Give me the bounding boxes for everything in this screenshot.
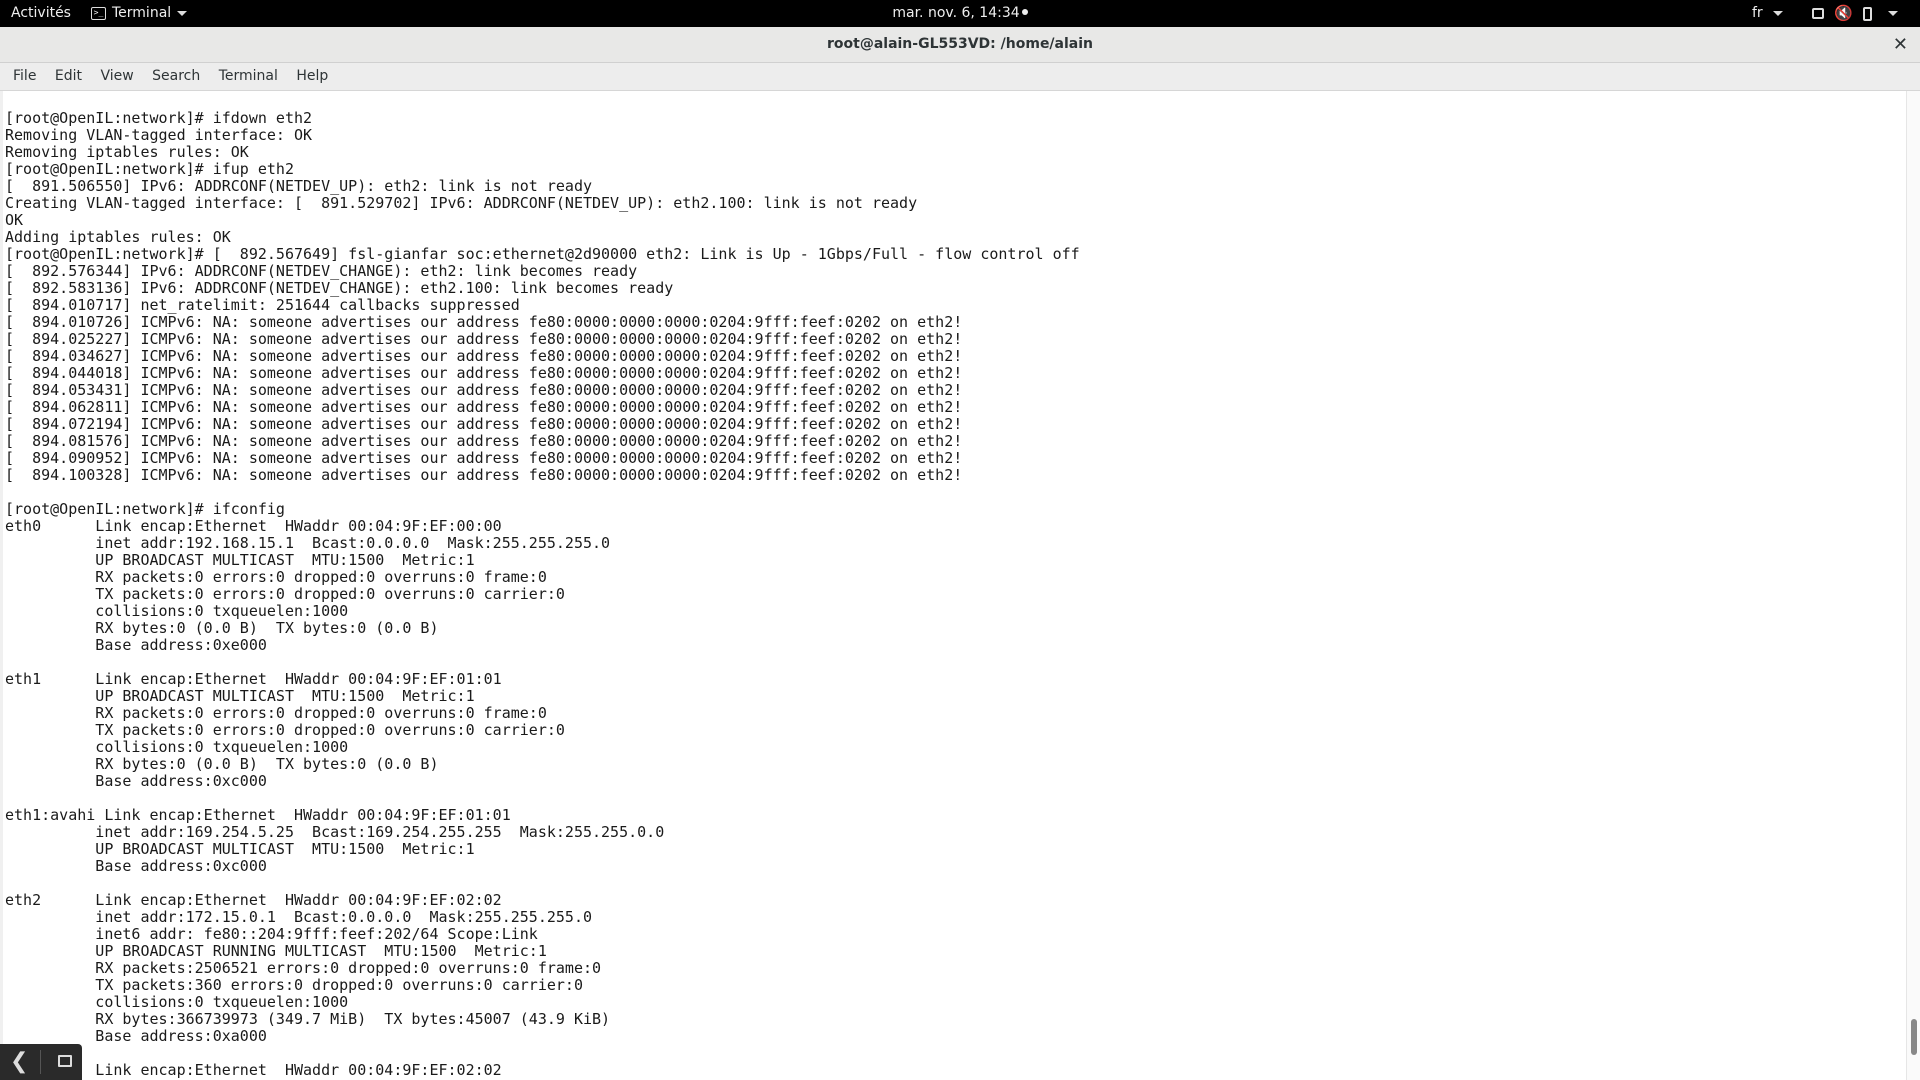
menu-view[interactable]: View <box>93 63 140 90</box>
terminal-line: [ 894.100328] ICMPv6: NA: someone advert… <box>5 466 963 484</box>
terminal-line: UP BROADCAST MULTICAST MTU:1500 Metric:1 <box>5 687 475 705</box>
terminal-line: RX bytes:366739973 (349.7 MiB) TX bytes:… <box>5 1010 611 1028</box>
terminal-line: Creating VLAN-tagged interface: [ 891.52… <box>5 194 918 212</box>
terminal-output[interactable]: [root@OpenIL:network]# ifdown eth2 Removi… <box>5 91 1905 1080</box>
terminal-line: [ 894.034627] ICMPv6: NA: someone advert… <box>5 347 963 365</box>
terminal-line: RX packets:0 errors:0 dropped:0 overruns… <box>5 704 547 722</box>
clock-button[interactable]: mar. nov. 6, 14:34 <box>892 5 1028 21</box>
clock: mar. nov. 6, 14:34 <box>0 0 1920 27</box>
terminal-line: [ 894.062811] ICMPv6: NA: someone advert… <box>5 398 963 416</box>
terminal-line: eth2 Link encap:Ethernet HWaddr 00:04:9F… <box>5 891 502 909</box>
terminal-line: Base address:0xc000 <box>5 772 267 790</box>
terminal-line: eth0 Link encap:Ethernet HWaddr 00:04:9F… <box>5 517 502 535</box>
power-menu-icon <box>1887 11 1898 16</box>
terminal-line: inet addr:169.254.5.25 Bcast:169.254.255… <box>5 823 665 841</box>
window-left-border <box>0 91 3 1080</box>
terminal-line: Removing iptables rules: OK <box>5 143 249 161</box>
terminal-line: RX packets:0 errors:0 dropped:0 overruns… <box>5 568 547 586</box>
dock-divider <box>40 1050 41 1074</box>
back-arrow-icon[interactable]: ❮ <box>10 1050 28 1074</box>
terminal-scrollbar[interactable] <box>1906 91 1920 1080</box>
menu-help[interactable]: Help <box>289 63 335 90</box>
terminal-line: [root@OpenIL:network]# ifconfig <box>5 500 285 518</box>
input-language-button[interactable]: fr <box>1752 0 1784 27</box>
terminal-line: [root@OpenIL:network]# [ 892.567649] fsl… <box>5 245 1080 263</box>
terminal-line: UP BROADCAST MULTICAST MTU:1500 Metric:1 <box>5 551 475 569</box>
terminal-line: [ 894.090952] ICMPv6: NA: someone advert… <box>5 449 963 467</box>
terminal-line: Link encap:Ethernet HWaddr 00:04:9F:EF:0… <box>5 1061 502 1079</box>
terminal-line: UP BROADCAST MULTICAST MTU:1500 Metric:1 <box>5 840 475 858</box>
menubar: File Edit View Search Terminal Help <box>0 63 1920 91</box>
terminal-line: collisions:0 txqueuelen:1000 <box>5 602 349 620</box>
terminal-line: [ 894.072194] ICMPv6: NA: someone advert… <box>5 415 963 433</box>
system-menu-button[interactable]: 🔇 <box>1812 0 1898 27</box>
window-icon <box>1812 8 1824 19</box>
terminal-app-icon: >_ <box>91 7 106 20</box>
terminal-line: inet addr:172.15.0.1 Bcast:0.0.0.0 Mask:… <box>5 908 592 926</box>
gnome-top-bar: Activités >_ Terminal mar. nov. 6, 14:34… <box>0 0 1920 27</box>
terminal-line: [ 894.081576] ICMPv6: NA: someone advert… <box>5 432 963 450</box>
terminal-line: RX bytes:0 (0.0 B) TX bytes:0 (0.0 B) <box>5 755 439 773</box>
terminal-line: eth1:avahi Link encap:Ethernet HWaddr 00… <box>5 806 511 824</box>
terminal-line: TX packets:0 errors:0 dropped:0 overruns… <box>5 585 565 603</box>
terminal-line: RX bytes:0 (0.0 B) TX bytes:0 (0.0 B) <box>5 619 439 637</box>
chevron-down-icon <box>1773 10 1784 16</box>
menu-edit[interactable]: Edit <box>48 63 89 90</box>
window-title: root@alain-GL553VD: /home/alain <box>826 36 1094 52</box>
speaker-muted-icon: 🔇 <box>1834 4 1853 22</box>
terminal-line: [ 894.053431] ICMPv6: NA: someone advert… <box>5 381 963 399</box>
notification-dot-icon <box>1021 9 1028 15</box>
terminal-line: collisions:0 txqueuelen:1000 <box>5 993 349 1011</box>
terminal-line: Base address:0xa000 <box>5 1027 267 1045</box>
terminal-line: TX packets:0 errors:0 dropped:0 overruns… <box>5 721 565 739</box>
terminal-line: inet addr:192.168.15.1 Bcast:0.0.0.0 Mas… <box>5 534 611 552</box>
terminal-line: [ 894.025227] ICMPv6: NA: someone advert… <box>5 330 963 348</box>
menu-search[interactable]: Search <box>145 63 207 90</box>
message-tray-icon[interactable] <box>58 1055 72 1067</box>
terminal-line: UP BROADCAST RUNNING MULTICAST MTU:1500 … <box>5 942 547 960</box>
message-tray-dock: ❮ <box>0 1044 82 1080</box>
terminal-line: inet6 addr: fe80::204:9fff:feef:202/64 S… <box>5 925 538 943</box>
terminal-line: Base address:0xc000 <box>5 857 267 875</box>
terminal-line: [ 894.044018] ICMPv6: NA: someone advert… <box>5 364 963 382</box>
window-title-bar[interactable]: root@alain-GL553VD: /home/alain ✕ <box>0 27 1920 63</box>
terminal-line: OK <box>5 211 24 229</box>
clock-label: mar. nov. 6, 14:34 <box>892 5 1020 21</box>
terminal-line: eth1 Link encap:Ethernet HWaddr 00:04:9F… <box>5 670 502 688</box>
terminal-line: [ 892.576344] IPv6: ADDRCONF(NETDEV_CHAN… <box>5 262 638 280</box>
app-menu-label: Terminal <box>112 5 172 21</box>
terminal-line: Base address:0xe000 <box>5 636 267 654</box>
menu-terminal[interactable]: Terminal <box>212 63 285 90</box>
terminal-line: Adding iptables rules: OK <box>5 228 231 246</box>
terminal-line: TX packets:360 errors:0 dropped:0 overru… <box>5 976 583 994</box>
menu-file[interactable]: File <box>6 63 43 90</box>
terminal-line: [root@OpenIL:network]# ifup eth2 <box>5 160 294 178</box>
terminal-line: [ 894.010717] net_ratelimit: 251644 call… <box>5 296 520 314</box>
chevron-down-icon <box>177 11 188 16</box>
terminal-line: Removing VLAN-tagged interface: OK <box>5 126 313 144</box>
terminal-line: [ 892.583136] IPv6: ADDRCONF(NETDEV_CHAN… <box>5 279 674 297</box>
scrollbar-thumb[interactable] <box>1911 1019 1917 1055</box>
terminal-line: RX packets:2506521 errors:0 dropped:0 ov… <box>5 959 602 977</box>
terminal-line: [ 891.506550] IPv6: ADDRCONF(NETDEV_UP):… <box>5 177 592 195</box>
terminal-line: [root@OpenIL:network]# ifdown eth2 <box>5 109 313 127</box>
terminal-line: collisions:0 txqueuelen:1000 <box>5 738 349 756</box>
close-icon[interactable]: ✕ <box>1893 27 1908 62</box>
app-menu-button[interactable]: >_ Terminal <box>91 0 188 27</box>
activities-button[interactable]: Activités <box>11 0 71 27</box>
language-label: fr <box>1752 5 1763 21</box>
terminal-line: [ 894.010726] ICMPv6: NA: someone advert… <box>5 313 963 331</box>
terminal-lines: [root@OpenIL:network]# ifdown eth2 Removi… <box>5 91 1905 1079</box>
battery-icon <box>1862 6 1872 21</box>
